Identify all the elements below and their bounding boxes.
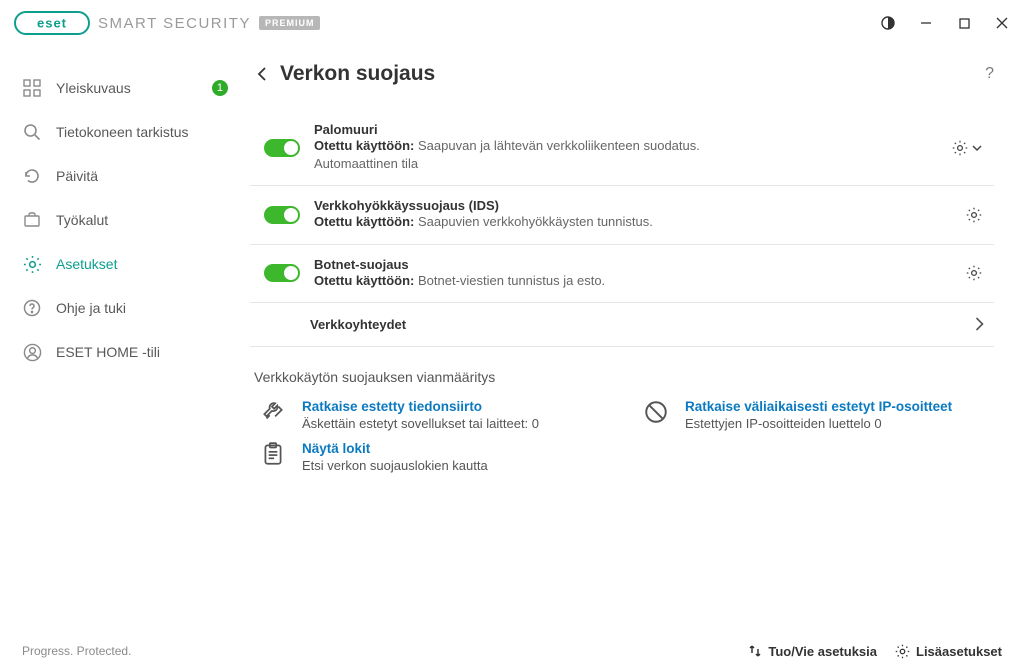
minimize-icon[interactable]: [918, 15, 934, 31]
main-content: Verkon suojaus ? Palomuuri Otettu käyttö…: [250, 46, 1024, 632]
block-icon: [641, 399, 671, 429]
chevron-down-icon: [972, 143, 982, 153]
chevron-right-icon: [975, 317, 984, 331]
refresh-icon: [22, 166, 42, 186]
footer: Progress. Protected. Tuo/Vie asetuksia L…: [0, 632, 1024, 670]
toggle-firewall[interactable]: [264, 139, 300, 157]
sidebar-item-label: ESET HOME -tili: [56, 344, 160, 360]
module-title: Verkkohyökkäyssuojaus (IDS): [314, 198, 962, 213]
eset-logo: eset: [14, 11, 90, 35]
sidebar-badge: 1: [212, 80, 228, 96]
sidebar-item-overview[interactable]: Yleiskuvaus 1: [0, 66, 250, 110]
sidebar-item-scan[interactable]: Tietokoneen tarkistus: [0, 110, 250, 154]
help-button[interactable]: ?: [985, 65, 994, 83]
sidebar-item-tools[interactable]: Työkalut: [0, 198, 250, 242]
product-name: SMART SECURITY: [98, 15, 251, 32]
overview-icon: [22, 78, 42, 98]
network-connections-row[interactable]: Verkkoyhteydet: [250, 303, 994, 347]
sidebar-item-label: Päivitä: [56, 168, 98, 184]
module-settings-button[interactable]: [962, 261, 986, 285]
module-desc-2: Automaattinen tila: [314, 155, 948, 173]
wrench-icon: [258, 399, 288, 429]
page-title: Verkon suojaus: [280, 62, 435, 86]
brand-area: eset SMART SECURITY PREMIUM: [14, 11, 320, 35]
sidebar-item-label: Ohje ja tuki: [56, 300, 126, 316]
search-icon: [22, 122, 42, 142]
module-desc: Otettu käyttöön: Saapuvan ja lähtevän ve…: [314, 137, 948, 155]
network-connections-label: Verkkoyhteydet: [310, 317, 406, 332]
troubleshoot-desc: Etsi verkon suojauslokien kautta: [302, 458, 488, 473]
briefcase-icon: [22, 210, 42, 230]
gear-icon: [966, 265, 982, 281]
window-header: eset SMART SECURITY PREMIUM: [0, 0, 1024, 46]
clipboard-icon: [258, 441, 288, 471]
sidebar-item-label: Tietokoneen tarkistus: [56, 124, 189, 140]
sidebar: Yleiskuvaus 1 Tietokoneen tarkistus Päiv…: [0, 46, 250, 632]
sidebar-item-label: Yleiskuvaus: [56, 80, 131, 96]
module-ids: Verkkohyökkäyssuojaus (IDS) Otettu käytt…: [250, 186, 994, 244]
module-settings-button[interactable]: [962, 203, 986, 227]
advanced-settings-button[interactable]: Lisäasetukset: [895, 644, 1002, 659]
troubleshoot-link: Ratkaise estetty tiedonsiirto: [302, 399, 539, 414]
gear-icon: [966, 207, 982, 223]
toggle-ids[interactable]: [264, 206, 300, 224]
sidebar-item-label: Työkalut: [56, 212, 108, 228]
premium-badge: PREMIUM: [259, 16, 321, 30]
troubleshoot-link: Näytä lokit: [302, 441, 488, 456]
module-firewall: Palomuuri Otettu käyttöön: Saapuvan ja l…: [250, 110, 994, 186]
gear-icon: [22, 254, 42, 274]
import-export-icon: [748, 644, 762, 658]
troubleshoot-heading: Verkkokäytön suojauksen vianmääritys: [254, 369, 994, 385]
sidebar-item-help[interactable]: Ohje ja tuki: [0, 286, 250, 330]
troubleshoot-blocked-comm[interactable]: Ratkaise estetty tiedonsiirto Äskettäin …: [258, 399, 611, 431]
module-title: Botnet-suojaus: [314, 257, 962, 272]
module-settings-button[interactable]: [948, 136, 986, 160]
troubleshoot-blocked-ip[interactable]: Ratkaise väliaikaisesti estetyt IP-osoit…: [641, 399, 994, 431]
maximize-icon[interactable]: [956, 15, 972, 31]
sidebar-item-update[interactable]: Päivitä: [0, 154, 250, 198]
import-export-button[interactable]: Tuo/Vie asetuksia: [748, 644, 877, 659]
module-desc: Otettu käyttöön: Botnet-viestien tunnist…: [314, 272, 962, 290]
sidebar-item-settings[interactable]: Asetukset: [0, 242, 250, 286]
contrast-icon[interactable]: [880, 15, 896, 31]
module-botnet: Botnet-suojaus Otettu käyttöön: Botnet-v…: [250, 245, 994, 303]
back-button[interactable]: [250, 62, 274, 86]
sidebar-item-label: Asetukset: [56, 256, 117, 272]
sidebar-item-account[interactable]: ESET HOME -tili: [0, 330, 250, 374]
gear-icon: [895, 644, 910, 659]
toggle-botnet[interactable]: [264, 264, 300, 282]
user-icon: [22, 342, 42, 362]
svg-text:eset: eset: [37, 16, 67, 31]
troubleshoot-logs[interactable]: Näytä lokit Etsi verkon suojauslokien ka…: [258, 441, 611, 473]
gear-icon: [952, 140, 968, 156]
module-desc: Otettu käyttöön: Saapuvien verkkohyökkäy…: [314, 213, 962, 231]
troubleshoot-link: Ratkaise väliaikaisesti estetyt IP-osoit…: [685, 399, 952, 414]
troubleshoot-desc: Äskettäin estetyt sovellukset tai laitte…: [302, 416, 539, 431]
close-icon[interactable]: [994, 15, 1010, 31]
help-icon: [22, 298, 42, 318]
footer-tagline: Progress. Protected.: [22, 644, 131, 658]
troubleshoot-desc: Estettyjen IP-osoitteiden luettelo 0: [685, 416, 952, 431]
module-title: Palomuuri: [314, 122, 948, 137]
